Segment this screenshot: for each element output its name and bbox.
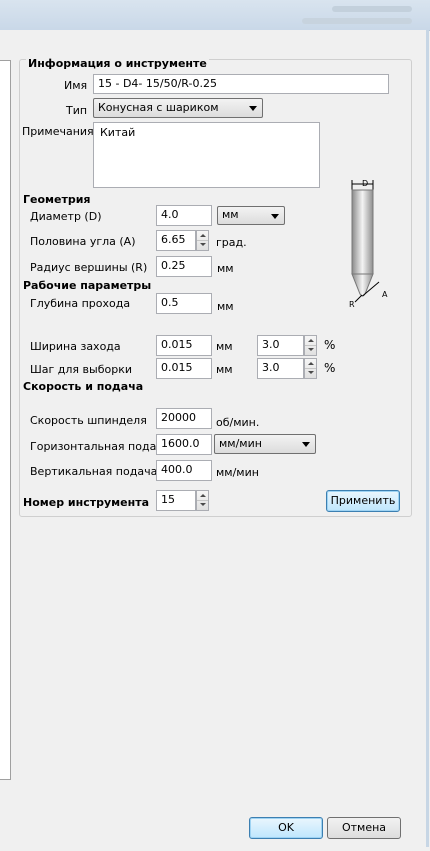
tip-radius-label: Радиус вершины (R) xyxy=(30,261,148,274)
tool-number-input[interactable]: 15 xyxy=(156,490,196,511)
title-bar-blur xyxy=(302,18,412,24)
apply-button[interactable]: Применить xyxy=(326,490,400,512)
tool-diagram xyxy=(351,180,380,303)
diagram-r-label: R xyxy=(349,300,355,309)
section-title-geometry: Геометрия xyxy=(23,193,91,206)
type-select[interactable]: Конусная с шариком xyxy=(93,98,263,118)
tool-shank xyxy=(351,189,374,275)
section-title-speed: Скорость и подача xyxy=(23,380,144,393)
pass-depth-label: Глубина прохода xyxy=(30,297,131,310)
stepover-percent-unit: % xyxy=(324,338,336,352)
tip-radius-unit: мм xyxy=(217,262,234,275)
feed-input[interactable]: 1600.0 xyxy=(156,434,212,455)
plunge-input[interactable]: 400.0 xyxy=(156,460,212,481)
title-bar-blur xyxy=(332,6,412,12)
clearance-step-label: Шаг для выборки xyxy=(30,363,132,376)
stepover-input[interactable]: 0.015 xyxy=(156,335,212,356)
chevron-down-icon xyxy=(302,442,310,447)
clearance-step-percent-spinner[interactable] xyxy=(304,358,317,379)
diameter-label: Диаметр (D) xyxy=(30,210,102,223)
stepover-percent-input[interactable]: 3.0 xyxy=(257,335,304,356)
spin-up-icon[interactable] xyxy=(305,359,316,369)
half-angle-spinner[interactable] xyxy=(196,230,209,251)
diameter-input[interactable]: 4.0 xyxy=(156,205,212,226)
type-select-value: Конусная с шариком xyxy=(98,101,219,114)
stepover-label: Ширина захода xyxy=(30,340,121,353)
plunge-label: Вертикальная подача xyxy=(30,465,158,478)
spin-up-icon[interactable] xyxy=(197,231,208,241)
stepover-percent-spinner[interactable] xyxy=(304,335,317,356)
notes-label: Примечания xyxy=(22,125,94,138)
clearance-step-input[interactable]: 0.015 xyxy=(156,358,212,379)
feed-label: Горизонтальная подача xyxy=(30,440,170,453)
stepover-unit: мм xyxy=(216,340,233,353)
name-input[interactable]: 15 - D4- 15/50/R-0.25 xyxy=(93,74,389,94)
cancel-button[interactable]: Отмена xyxy=(327,817,401,839)
title-bar xyxy=(0,0,430,31)
clearance-step-percent-unit: % xyxy=(324,361,336,375)
chevron-down-icon xyxy=(249,106,257,111)
radius-line xyxy=(354,294,363,303)
diameter-unit-select[interactable]: мм xyxy=(217,206,285,225)
notes-textarea[interactable]: Китай xyxy=(93,122,320,188)
ok-button[interactable]: OK xyxy=(249,817,323,839)
tool-number-spinner[interactable] xyxy=(196,490,209,511)
tool-tip xyxy=(351,273,374,297)
chevron-down-icon xyxy=(271,214,279,219)
half-angle-unit: град. xyxy=(216,236,247,249)
spindle-input[interactable]: 20000 xyxy=(156,408,212,429)
pass-depth-input[interactable]: 0.5 xyxy=(156,293,212,314)
spindle-unit: об/мин. xyxy=(216,416,260,429)
diameter-unit-value: мм xyxy=(222,208,239,221)
feed-unit-value: мм/мин xyxy=(219,437,262,450)
spin-up-icon[interactable] xyxy=(305,336,316,346)
feed-unit-select[interactable]: мм/мин xyxy=(214,434,316,454)
name-label: Имя xyxy=(64,79,88,92)
spin-down-icon[interactable] xyxy=(197,501,208,511)
diagram-d-label: D xyxy=(362,179,369,188)
spindle-label: Скорость шпинделя xyxy=(30,414,147,427)
tool-number-label: Номер инструмента xyxy=(23,496,150,509)
clearance-step-percent-input[interactable]: 3.0 xyxy=(257,358,304,379)
spin-up-icon[interactable] xyxy=(197,491,208,501)
half-angle-label: Половина угла (A) xyxy=(30,235,136,248)
clearance-step-unit: мм xyxy=(216,363,233,376)
type-label: Тип xyxy=(66,104,88,117)
spin-down-icon[interactable] xyxy=(305,346,316,356)
tool-tree-panel[interactable] xyxy=(0,60,11,780)
section-title-tool-info: Информация о инструменте xyxy=(26,57,209,70)
spin-down-icon[interactable] xyxy=(197,241,208,251)
spin-down-icon[interactable] xyxy=(305,369,316,379)
plunge-unit: мм/мин xyxy=(216,466,259,479)
pass-depth-unit: мм xyxy=(217,300,234,313)
tip-radius-input[interactable]: 0.25 xyxy=(156,256,212,277)
half-angle-input[interactable]: 6.65 xyxy=(156,230,196,251)
diagram-a-label: A xyxy=(382,290,388,299)
section-title-working: Рабочие параметры xyxy=(23,279,152,292)
